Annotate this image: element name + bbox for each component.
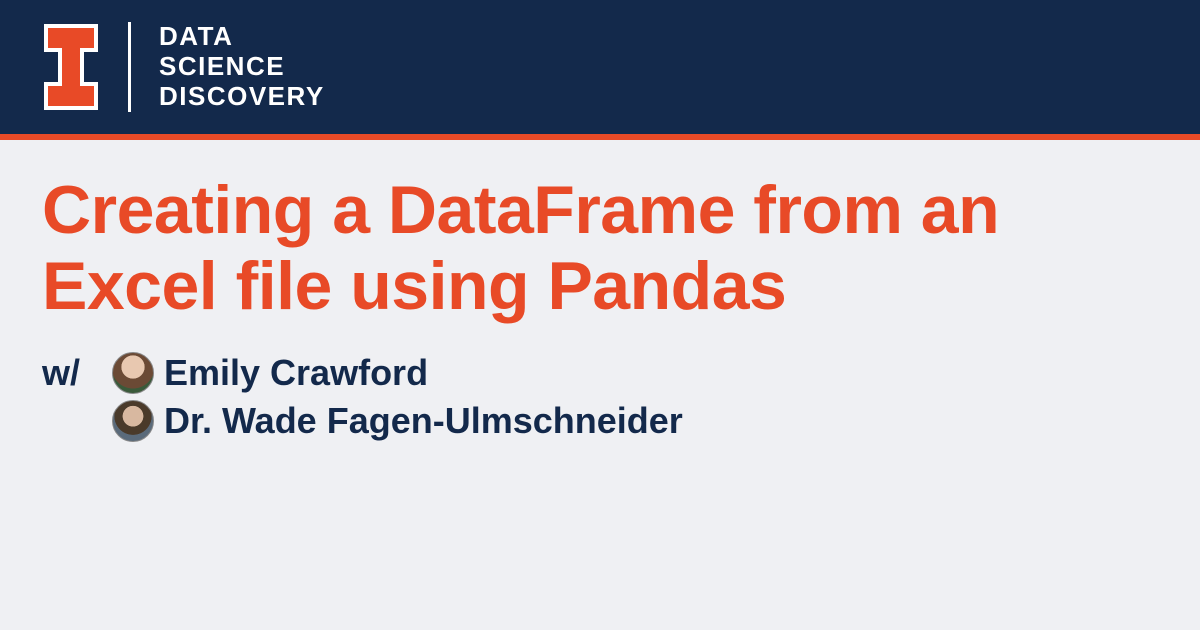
author-name: Dr. Wade Fagen-Ulmschneider bbox=[164, 400, 683, 442]
block-i-icon bbox=[42, 22, 100, 112]
logo-block: DATA SCIENCE DISCOVERY bbox=[42, 22, 325, 112]
author-name: Emily Crawford bbox=[164, 352, 428, 394]
page-title: Creating a DataFrame from an Excel file … bbox=[42, 172, 1158, 324]
content-area: Creating a DataFrame from an Excel file … bbox=[0, 140, 1200, 442]
authors-section: w/ Emily Crawford Dr. Wade Fagen-Ulmschn… bbox=[42, 352, 1158, 442]
avatar bbox=[112, 400, 154, 442]
brand-line-2: SCIENCE bbox=[159, 52, 325, 82]
brand-line-3: DISCOVERY bbox=[159, 82, 325, 112]
brand-name: DATA SCIENCE DISCOVERY bbox=[159, 22, 325, 112]
brand-line-1: DATA bbox=[159, 22, 325, 52]
with-label: w/ bbox=[42, 352, 102, 394]
illinois-block-i-logo bbox=[42, 22, 100, 112]
avatar bbox=[112, 352, 154, 394]
author-row: w/ Emily Crawford bbox=[42, 352, 1158, 394]
page-header: DATA SCIENCE DISCOVERY bbox=[0, 0, 1200, 140]
author-row: Dr. Wade Fagen-Ulmschneider bbox=[112, 400, 1158, 442]
vertical-divider bbox=[128, 22, 131, 112]
